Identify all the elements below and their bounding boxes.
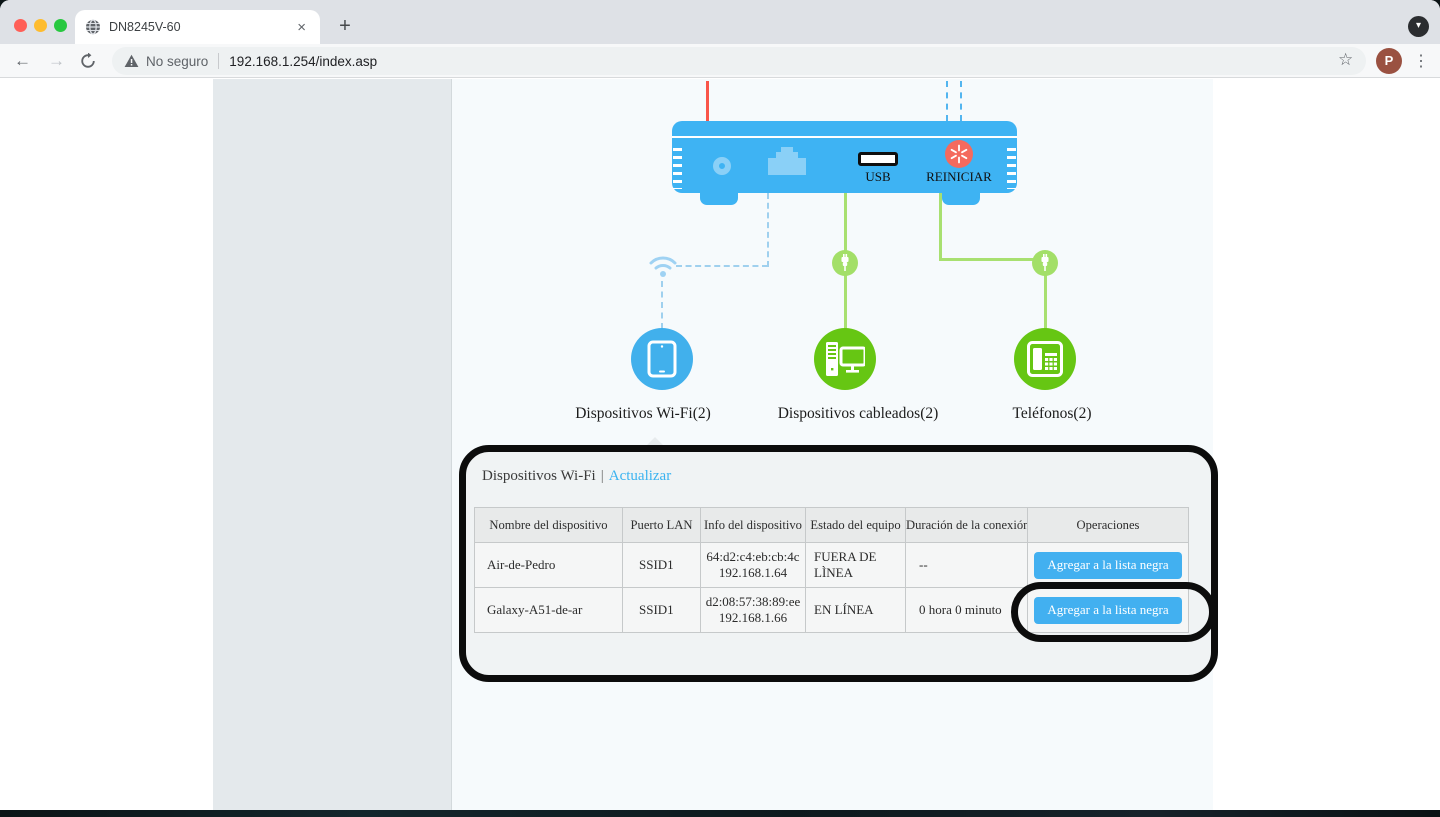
- col-header-duration: Duración de la conexión: [906, 508, 1028, 543]
- window-close-button[interactable]: [14, 19, 27, 32]
- col-header-status: Estado del equipo: [806, 508, 906, 543]
- col-header-lan: Puerto LAN: [623, 508, 701, 543]
- wan-line: [706, 81, 709, 121]
- uplink-dashed-line: [960, 81, 962, 121]
- reload-icon: [80, 53, 96, 69]
- phone-line: [939, 193, 942, 261]
- connection-duration: 0 hora 0 minuto: [906, 588, 1028, 633]
- wifi-icon: [647, 251, 679, 279]
- wifi-devices-table: Nombre del dispositivo Puerto LAN Info d…: [474, 507, 1189, 633]
- wired-devices-node[interactable]: [814, 328, 876, 390]
- device-lan-port: SSID1: [623, 588, 701, 633]
- device-ip: 192.168.1.66: [701, 610, 805, 626]
- page-content: USB REINICIAR: [0, 79, 1440, 810]
- router-top-seam: [672, 136, 1017, 138]
- wifi-dashed-line: [661, 281, 663, 329]
- security-chip-label: No seguro: [146, 54, 208, 69]
- bookmark-star-icon[interactable]: ☆: [1338, 50, 1353, 70]
- browser-tab[interactable]: DN8245V-60 ×: [75, 10, 320, 44]
- add-to-blacklist-button[interactable]: Agregar a la lista negra: [1034, 597, 1182, 624]
- url-text: 192.168.1.254/index.asp: [229, 54, 377, 69]
- device-mac: d2:08:57:38:89:ee: [701, 594, 805, 610]
- router-foot: [700, 191, 738, 205]
- wifi-dashed-line: [767, 193, 769, 267]
- desktop-computer-icon: [825, 342, 865, 376]
- address-bar[interactable]: No seguro 192.168.1.254/index.asp: [112, 47, 1366, 75]
- tab-strip: DN8245V-60 × + ▾: [0, 0, 1440, 44]
- new-tab-button[interactable]: +: [332, 14, 358, 40]
- warning-triangle-icon: [124, 54, 139, 68]
- phones-label: Teléfonos(2): [942, 405, 1162, 423]
- router-foot: [942, 191, 980, 205]
- device-info: d2:08:57:38:89:ee 192.168.1.66: [701, 588, 806, 633]
- connector-icon: [832, 250, 858, 276]
- globe-favicon-icon: [85, 19, 101, 35]
- wifi-devices-node[interactable]: [631, 328, 693, 390]
- panel-title: Dispositivos Wi-Fi | Actualizar: [482, 468, 671, 485]
- title-separator: |: [601, 468, 604, 484]
- device-status: FUERA DE LÌNEA: [806, 543, 906, 588]
- col-header-name: Nombre del dispositivo: [475, 508, 623, 543]
- wifi-devices-panel: Dispositivos Wi-Fi | Actualizar Nombre del…: [463, 449, 1213, 678]
- refresh-link[interactable]: Actualizar: [609, 468, 671, 484]
- asterisk-icon: [949, 144, 969, 164]
- phone-icon: [1027, 341, 1063, 377]
- tab-title: DN8245V-60: [109, 20, 293, 34]
- table-row: Galaxy-A51-de-ar SSID1 d2:08:57:38:89:ee…: [475, 588, 1189, 633]
- device-lan-port: SSID1: [623, 543, 701, 588]
- wifi-devices-label: Dispositivos Wi-Fi(2): [533, 405, 753, 423]
- wired-devices-label: Dispositivos cableados(2): [748, 405, 968, 423]
- reload-button[interactable]: [80, 53, 96, 74]
- tab-close-icon[interactable]: ×: [293, 19, 310, 36]
- restart-button[interactable]: [945, 140, 973, 168]
- operations-cell: Agregar a la lista negra: [1028, 543, 1189, 588]
- forward-button[interactable]: →: [48, 51, 65, 71]
- security-chip[interactable]: No seguro: [124, 54, 208, 69]
- add-to-blacklist-button[interactable]: Agregar a la lista negra: [1034, 552, 1182, 579]
- table-row: Air-de-Pedro SSID1 64:d2:c4:eb:cb:4c 192…: [475, 543, 1189, 588]
- device-status: EN LÍNEA: [806, 588, 906, 633]
- tablet-icon: [647, 340, 677, 378]
- window-zoom-button[interactable]: [54, 19, 67, 32]
- phone-line: [939, 258, 1047, 261]
- usb-label: USB: [848, 169, 908, 185]
- kebab-menu-icon[interactable]: ⋮: [1413, 51, 1429, 71]
- browser-toolbar: ← → No seguro 192.168.1.254/index.asp ☆ …: [0, 44, 1440, 78]
- device-info: 64:d2:c4:eb:cb:4c 192.168.1.64: [701, 543, 806, 588]
- table-header-row: Nombre del dispositivo Puerto LAN Info d…: [475, 508, 1189, 543]
- chevron-down-icon: ▾: [1416, 20, 1421, 31]
- device-ip: 192.168.1.64: [701, 565, 805, 581]
- window-minimize-button[interactable]: [34, 19, 47, 32]
- device-name: Air-de-Pedro: [475, 543, 623, 588]
- panel-title-text: Dispositivos Wi-Fi: [482, 468, 596, 484]
- connector-icon: [1032, 250, 1058, 276]
- tab-search-button[interactable]: ▾: [1408, 16, 1429, 37]
- router-round-port-icon: [713, 157, 731, 175]
- uplink-dashed-line: [946, 81, 948, 121]
- chip-divider: [218, 53, 219, 69]
- col-header-operations: Operaciones: [1028, 508, 1189, 543]
- operations-cell: Agregar a la lista negra: [1028, 588, 1189, 633]
- usb-port-icon: [858, 152, 898, 166]
- left-sidebar-panel: [213, 79, 452, 810]
- router-vents-left: [673, 143, 682, 189]
- wifi-dashed-line: [676, 265, 768, 267]
- back-button[interactable]: ←: [14, 51, 31, 71]
- device-mac: 64:d2:c4:eb:cb:4c: [701, 549, 805, 565]
- phones-node[interactable]: [1014, 328, 1076, 390]
- profile-avatar[interactable]: P: [1376, 48, 1402, 74]
- browser-window: DN8245V-60 × + ▾ ← → No seguro: [0, 0, 1440, 810]
- col-header-info: Info del dispositivo: [701, 508, 806, 543]
- device-name: Galaxy-A51-de-ar: [475, 588, 623, 633]
- ethernet-port-icon: [768, 147, 806, 175]
- connection-duration: --: [906, 543, 1028, 588]
- restart-label: REINICIAR: [905, 169, 1013, 185]
- topology-area: USB REINICIAR: [452, 79, 1213, 810]
